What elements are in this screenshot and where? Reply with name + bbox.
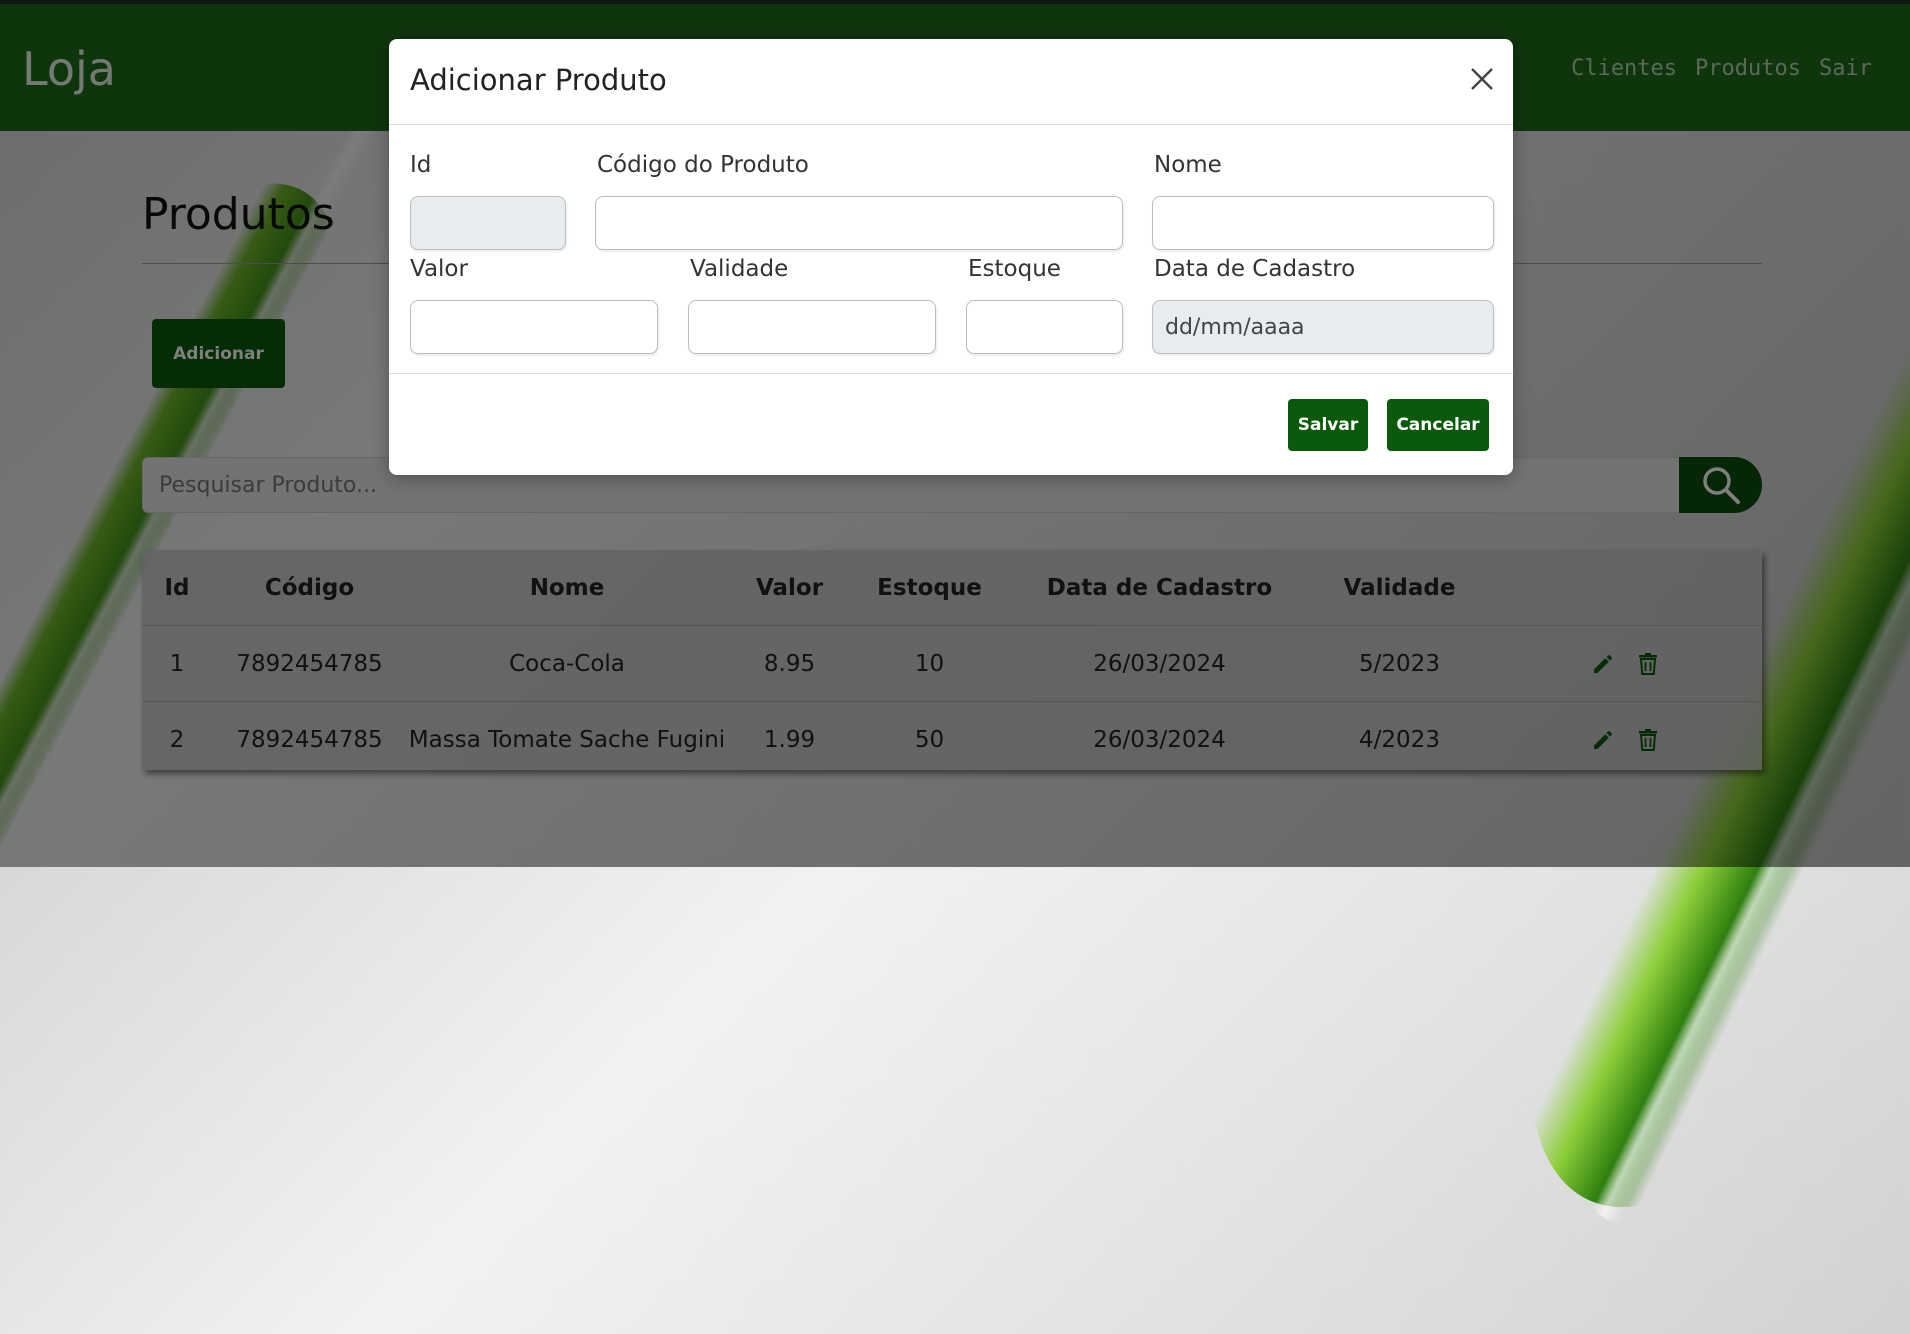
validade-field[interactable]: [688, 300, 936, 354]
label-data-cadastro: Data de Cadastro: [1154, 256, 1356, 282]
save-button[interactable]: Salvar: [1288, 399, 1368, 451]
modal-header: Adicionar Produto: [389, 39, 1513, 125]
modal-title: Adicionar Produto: [410, 63, 667, 97]
id-field[interactable]: [410, 196, 566, 250]
add-product-modal: Adicionar Produto Id Código do Produto N…: [389, 39, 1513, 475]
codigo-field[interactable]: [595, 196, 1123, 250]
label-codigo: Código do Produto: [597, 152, 809, 178]
data-cadastro-field[interactable]: [1152, 300, 1494, 354]
estoque-field[interactable]: [966, 300, 1123, 354]
valor-field[interactable]: [410, 300, 658, 354]
close-icon: [1471, 68, 1493, 90]
label-validade: Validade: [690, 256, 789, 282]
cancel-button[interactable]: Cancelar: [1387, 399, 1489, 451]
nome-field[interactable]: [1152, 196, 1494, 250]
label-estoque: Estoque: [968, 256, 1061, 282]
label-valor: Valor: [410, 256, 468, 282]
close-button[interactable]: [1469, 66, 1495, 92]
label-nome: Nome: [1154, 152, 1222, 178]
label-id: Id: [410, 152, 432, 178]
modal-footer-divider: [389, 373, 1513, 374]
